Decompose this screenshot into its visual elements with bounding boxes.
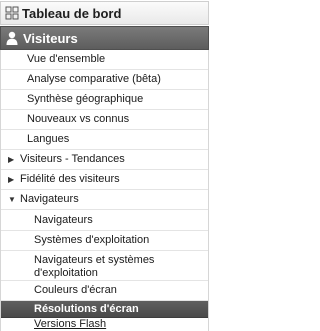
- dashboard-grid-icon: [5, 6, 19, 20]
- collapse-arrow-icon[interactable]: ▼: [8, 193, 20, 206]
- nav-item-label: Visiteurs - Tendances: [20, 153, 125, 165]
- nav-item-label: Nouveaux vs connus: [27, 113, 130, 125]
- dashboard-nav-item[interactable]: Tableau de bord: [0, 1, 209, 25]
- subnav-item-label: Versions Flash: [34, 318, 107, 330]
- subnav-item-label: Couleurs d'écran: [34, 284, 117, 296]
- nav-item-label: Langues: [27, 133, 70, 145]
- nav-item-benchmarking[interactable]: Analyse comparative (bêta): [1, 70, 208, 90]
- visitors-section-label: Visiteurs: [23, 30, 78, 46]
- nav-item-label: Analyse comparative (bêta): [27, 73, 161, 85]
- sidebar-nav: Tableau de bord Visiteurs Vue d'ensemble…: [0, 0, 210, 331]
- expand-arrow-icon[interactable]: ▶: [8, 173, 20, 186]
- nav-item-new-vs-returning[interactable]: Nouveaux vs connus: [1, 110, 208, 130]
- person-icon: [5, 31, 19, 46]
- nav-item-languages[interactable]: Langues: [1, 130, 208, 150]
- nav-item-overview[interactable]: Vue d'ensemble: [1, 50, 208, 70]
- nav-item-label: Fidélité des visiteurs: [20, 173, 120, 185]
- subnav-item-browsers[interactable]: Navigateurs: [1, 210, 208, 231]
- nav-item-visitor-trending[interactable]: ▶ Visiteurs - Tendances: [1, 150, 208, 170]
- nav-item-map-overlay[interactable]: Synthèse géographique: [1, 90, 208, 110]
- subnav-item-operating-systems[interactable]: Systèmes d'exploitation: [1, 231, 208, 251]
- dashboard-label: Tableau de bord: [22, 5, 122, 21]
- expand-arrow-icon[interactable]: ▶: [8, 153, 20, 166]
- subnav-item-label: Systèmes d'exploitation: [34, 234, 150, 246]
- subnav-item-screen-colors[interactable]: Couleurs d'écran: [1, 281, 208, 301]
- subnav-item-label: Navigateurs et systèmes d'exploitation: [34, 254, 155, 279]
- subnav-item-label: Navigateurs: [34, 213, 93, 226]
- subnav-item-flash-versions[interactable]: Versions Flash: [1, 318, 208, 331]
- nav-item-visitor-loyalty[interactable]: ▶ Fidélité des visiteurs: [1, 170, 208, 190]
- subnav-item-screen-resolutions[interactable]: Résolutions d'écran: [1, 301, 208, 318]
- subnav-item-label: Résolutions d'écran: [34, 302, 139, 315]
- nav-item-label: Navigateurs: [20, 193, 79, 205]
- subnav-item-browser-and-os[interactable]: Navigateurs et systèmes d'exploitation: [1, 251, 208, 281]
- nav-item-label: Vue d'ensemble: [27, 53, 106, 65]
- nav-item-label: Synthèse géographique: [27, 93, 144, 105]
- visitors-section-header[interactable]: Visiteurs: [0, 26, 209, 50]
- nav-item-browser-capabilities[interactable]: ▼ Navigateurs: [1, 190, 208, 210]
- visitors-menu-list: Vue d'ensemble Analyse comparative (bêta…: [0, 50, 209, 331]
